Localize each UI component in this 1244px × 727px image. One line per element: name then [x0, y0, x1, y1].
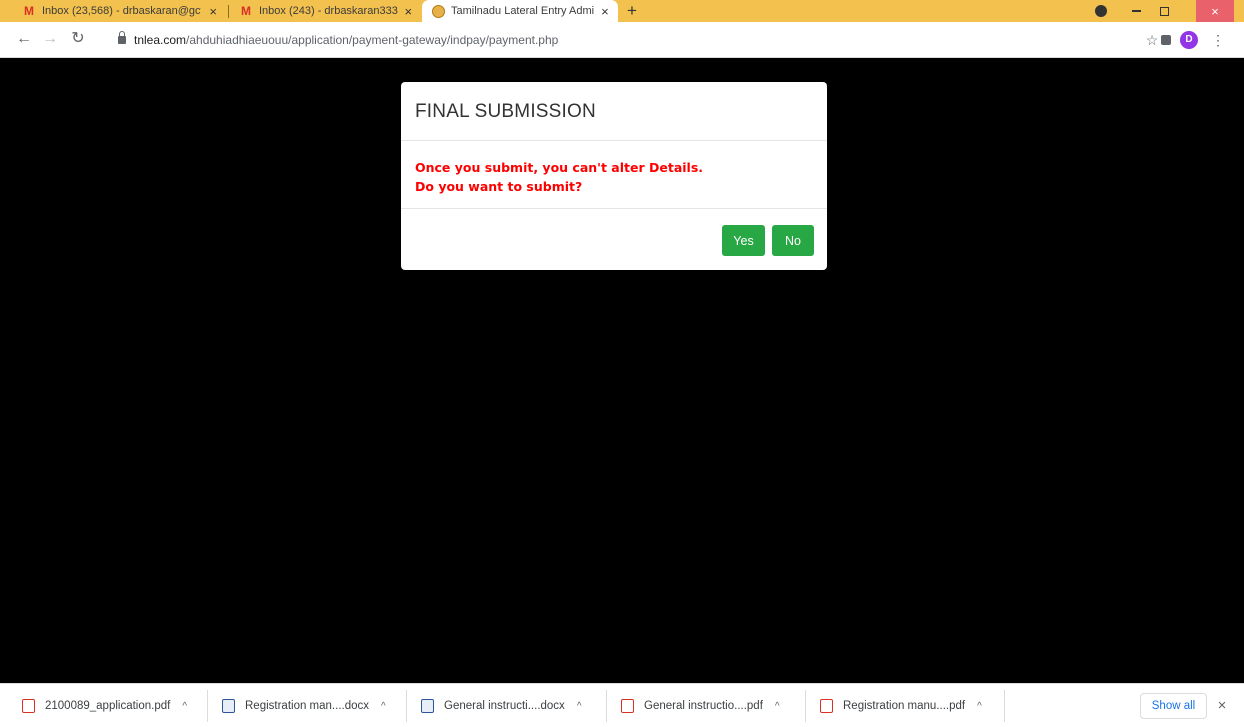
divider: [406, 690, 407, 722]
download-filename: Registration man....docx: [245, 700, 370, 712]
restore-button[interactable]: [1152, 0, 1176, 22]
chevron-up-icon[interactable]: ^: [977, 701, 982, 712]
tab-title: Inbox (23,568) - drbaskaran@gct: [42, 5, 202, 17]
dialog-message-line1: Once you submit, you can't alter Details…: [415, 160, 704, 175]
new-tab-button[interactable]: +: [622, 0, 642, 22]
tab-gmail-2[interactable]: M Inbox (243) - drbaskaran333@gm ×: [229, 0, 421, 22]
download-filename: General instructio....pdf: [644, 700, 763, 712]
downloads-bar: 2100089_application.pdf ^ Registration m…: [0, 683, 1244, 727]
forward-button[interactable]: →: [40, 29, 60, 49]
close-icon[interactable]: ×: [598, 4, 612, 19]
tab-tnlea[interactable]: Tamilnadu Lateral Entry Admissio ×: [422, 0, 618, 22]
chevron-up-icon[interactable]: ^: [775, 701, 780, 712]
word-file-icon: [222, 699, 235, 713]
url-path: /ahduhiadhiaeuouu/application/payment-ga…: [186, 33, 559, 47]
chrome-profile-icon[interactable]: [1095, 5, 1107, 17]
word-file-icon: [421, 699, 434, 713]
reload-icon: ↻: [71, 30, 85, 47]
tab-strip: M Inbox (23,568) - drbaskaran@gct × M In…: [0, 0, 1244, 22]
divider: [606, 690, 607, 722]
download-filename: General instructi....docx: [444, 700, 565, 712]
download-item[interactable]: General instructio....pdf ^: [621, 694, 780, 718]
dialog-footer: Yes No: [401, 209, 827, 269]
extensions-button[interactable]: [1156, 30, 1176, 50]
divider: [207, 690, 208, 722]
dialog-message-line2: Do you want to submit?: [415, 179, 583, 194]
tab-gmail-1[interactable]: M Inbox (23,568) - drbaskaran@gct ×: [12, 0, 227, 22]
close-icon[interactable]: ×: [1212, 696, 1232, 716]
url-text: tnlea.com/ahduhiadhiaeuouu/application/p…: [134, 33, 558, 47]
restore-icon: [1159, 6, 1169, 16]
no-button[interactable]: No: [772, 225, 814, 256]
show-all-button[interactable]: Show all: [1140, 693, 1207, 719]
tab-title: Inbox (243) - drbaskaran333@gm: [259, 5, 398, 17]
dialog-body: Once you submit, you can't alter Details…: [401, 141, 827, 209]
close-icon[interactable]: ×: [402, 4, 415, 19]
menu-button[interactable]: ⋮: [1208, 30, 1228, 50]
download-filename: Registration manu....pdf: [843, 700, 966, 712]
arrow-right-icon: →: [42, 30, 58, 47]
download-filename: 2100089_application.pdf: [45, 700, 171, 712]
arrow-left-icon: ←: [16, 30, 32, 47]
window-close-button[interactable]: ×: [1196, 0, 1234, 22]
dialog-header: FINAL SUBMISSION: [401, 82, 827, 141]
gmail-icon: M: [24, 4, 34, 18]
url-host: tnlea.com: [134, 33, 187, 47]
avatar[interactable]: D: [1180, 31, 1198, 49]
address-bar[interactable]: tnlea.com/ahduhiadhiaeuouu/application/p…: [108, 28, 1128, 52]
lock-icon: [118, 31, 126, 44]
download-item[interactable]: Registration man....docx ^: [222, 694, 386, 718]
divider: [805, 690, 806, 722]
pdf-file-icon: [621, 699, 634, 713]
gmail-icon: M: [241, 4, 251, 18]
yes-button[interactable]: Yes: [722, 225, 765, 256]
puzzle-icon: [1161, 35, 1171, 45]
close-icon[interactable]: ×: [205, 4, 221, 19]
reload-button[interactable]: ↻: [68, 29, 88, 49]
back-button[interactable]: ←: [14, 29, 34, 49]
close-icon: ×: [1211, 3, 1219, 19]
tab-title: Tamilnadu Lateral Entry Admissio: [451, 5, 594, 17]
download-item[interactable]: Registration manu....pdf ^: [820, 694, 982, 718]
download-item[interactable]: General instructi....docx ^: [421, 694, 582, 718]
chevron-up-icon[interactable]: ^: [182, 701, 187, 712]
minimize-icon: [1131, 10, 1141, 12]
pdf-file-icon: [820, 699, 833, 713]
browser-toolbar: ← → ↻ tnlea.com/ahduhiadhiaeuouu/applica…: [0, 22, 1244, 58]
final-submission-dialog: FINAL SUBMISSION Once you submit, you ca…: [401, 82, 827, 270]
pdf-file-icon: [22, 699, 35, 713]
kebab-menu-icon: ⋮: [1211, 32, 1225, 48]
divider: [1004, 690, 1005, 722]
chevron-up-icon[interactable]: ^: [577, 701, 582, 712]
download-item[interactable]: 2100089_application.pdf ^: [22, 694, 187, 718]
globe-icon: [432, 4, 445, 18]
minimize-button[interactable]: [1124, 0, 1148, 22]
dialog-title: FINAL SUBMISSION: [415, 101, 596, 122]
chevron-up-icon[interactable]: ^: [381, 701, 386, 712]
